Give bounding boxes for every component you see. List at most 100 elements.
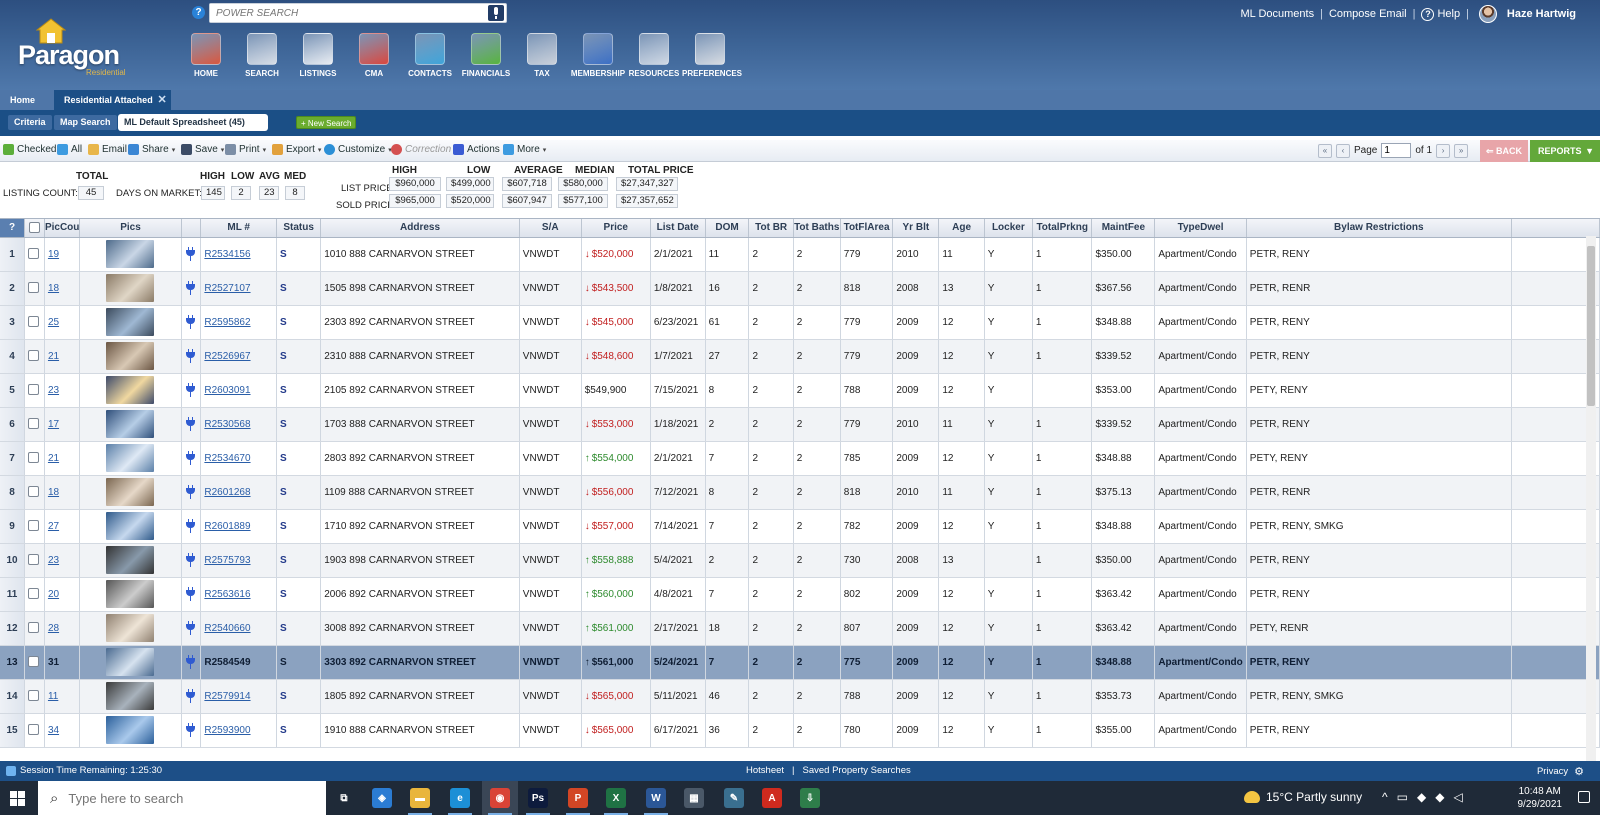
ml-number-link[interactable]: R2603091 (204, 385, 250, 396)
hotsheet-link[interactable]: Hotsheet (746, 765, 784, 776)
export-menu[interactable]: Export ▾ (272, 144, 321, 155)
paragon-logo[interactable]: Paragon Residential (18, 18, 128, 78)
pic-count-link[interactable]: 27 (48, 521, 59, 532)
pic-count-link[interactable]: 21 (48, 453, 59, 464)
nav-tax[interactable]: TAX (514, 33, 570, 78)
listing-photo[interactable] (106, 274, 155, 302)
row-checkbox[interactable] (28, 690, 40, 702)
ml-number-link[interactable]: R2540660 (204, 623, 250, 634)
ml-number-link[interactable]: R2534156 (204, 249, 250, 260)
pic-count-link[interactable]: 23 (48, 385, 59, 396)
nav-preferences[interactable]: PREFERENCES (682, 33, 742, 78)
column-header[interactable]: List Date (650, 219, 706, 238)
column-header[interactable]: MaintFee (1091, 219, 1156, 238)
plug-action-icon[interactable] (185, 654, 195, 667)
installer-taskbar-button[interactable]: ⇩ (792, 781, 828, 815)
nav-cma[interactable]: CMA (346, 33, 402, 78)
clock[interactable]: 10:48 AM 9/29/2021 (1518, 785, 1563, 811)
ml-number-link[interactable]: R2584549 (204, 657, 250, 668)
table-row[interactable]: 11 20 R2563616 S 2006 892 CARNARVON STREET VN… (0, 577, 1600, 612)
pic-count-link[interactable]: 21 (48, 351, 59, 362)
nav-search[interactable]: SEARCH (234, 33, 290, 78)
dropbox-icon[interactable]: ◆ (1417, 790, 1426, 804)
page-number-input[interactable] (1381, 143, 1412, 158)
reports-button[interactable]: REPORTS ▼ (1530, 140, 1600, 162)
ml-number-link[interactable]: R2593900 (204, 725, 250, 736)
table-row[interactable]: 9 27 R2601889 S 1710 892 CARNARVON STREET VNW… (0, 509, 1600, 544)
nav-listings[interactable]: LISTINGS (290, 33, 346, 78)
table-row[interactable]: 8 18 R2601268 S 1109 888 CARNARVON STREET VNW… (0, 475, 1600, 510)
table-row[interactable]: 15 34 R2593900 S 1910 888 CARNARVON STREET VN… (0, 713, 1600, 748)
weather-widget[interactable]: 15°C Partly sunny (1244, 790, 1362, 804)
pic-count-link[interactable]: 11 (48, 691, 58, 702)
row-checkbox[interactable] (28, 316, 40, 328)
table-row[interactable]: 13 31 R2584549 S 3303 892 CARNARVON STREET VN… (0, 645, 1600, 680)
listing-photo[interactable] (106, 614, 155, 642)
column-header[interactable]: TotalPrkng (1032, 219, 1093, 238)
pic-count-link[interactable]: 25 (48, 317, 59, 328)
more-menu[interactable]: More ▾ (503, 144, 546, 155)
ml-number-link[interactable]: R2601268 (204, 487, 250, 498)
plug-action-icon[interactable] (185, 484, 195, 497)
photoshop-taskbar-button[interactable]: Ps (520, 781, 556, 815)
column-header[interactable]: Status (276, 219, 322, 238)
listing-photo[interactable] (106, 478, 155, 506)
close-tab-icon[interactable]: ✕ (157, 90, 166, 110)
listing-photo[interactable] (106, 342, 155, 370)
plug-action-icon[interactable] (185, 314, 195, 327)
pic-count-link[interactable]: 28 (48, 623, 59, 634)
plug-action-icon[interactable] (185, 552, 195, 565)
tab-home[interactable]: Home (0, 90, 45, 110)
column-header[interactable]: PicCou (44, 219, 81, 238)
nav-contacts[interactable]: CONTACTS (402, 33, 458, 78)
settings-gear-icon[interactable]: ⚙ (1574, 765, 1584, 778)
plug-action-icon[interactable] (185, 518, 195, 531)
scrollbar-thumb[interactable] (1587, 246, 1595, 406)
column-header[interactable]: TypeDwel (1154, 219, 1247, 238)
task-view-taskbar-button[interactable]: ⧉ (326, 781, 362, 815)
ml-number-link[interactable]: R2527107 (204, 283, 250, 294)
ml-number-link[interactable]: R2530568 (204, 419, 250, 430)
row-checkbox[interactable] (28, 418, 40, 430)
acrobat-taskbar-button[interactable]: A (754, 781, 790, 815)
windows-start-icon[interactable] (10, 791, 25, 806)
row-checkbox[interactable] (28, 622, 40, 634)
back-button[interactable]: ⇐ BACK (1480, 140, 1528, 162)
row-checkbox[interactable] (28, 554, 40, 566)
table-row[interactable]: 4 21 R2526967 S 2310 888 CARNARVON STREET VNW… (0, 339, 1600, 374)
row-checkbox[interactable] (28, 486, 40, 498)
table-row[interactable]: 3 25 R2595862 S 2303 892 CARNARVON STREET VNW… (0, 305, 1600, 340)
pic-count-link[interactable]: 20 (48, 589, 59, 600)
subtab-spreadsheet[interactable]: ML Default Spreadsheet (45) (118, 114, 268, 131)
column-header[interactable]: Age (938, 219, 985, 238)
edge-taskbar-button[interactable]: e (442, 781, 478, 815)
plug-action-icon[interactable] (185, 688, 195, 701)
listing-photo[interactable] (106, 580, 155, 608)
ml-documents-link[interactable]: ML Documents (1241, 8, 1315, 20)
nav-membership[interactable]: MEMBERSHIP (570, 33, 626, 78)
table-row[interactable]: 10 23 R2575793 S 1903 898 CARNARVON STREET VN… (0, 543, 1600, 578)
network-icon[interactable]: ▭ (1397, 790, 1408, 804)
ml-number-link[interactable]: R2579914 (204, 691, 250, 702)
table-row[interactable]: 5 23 R2603091 S 2105 892 CARNARVON STREET VNW… (0, 373, 1600, 408)
privacy-link[interactable]: Privacy (1537, 766, 1568, 777)
listing-photo[interactable] (106, 648, 155, 676)
first-page-icon[interactable]: « (1318, 143, 1332, 158)
row-checkbox[interactable] (28, 350, 40, 362)
excel-taskbar-button[interactable]: X (598, 781, 634, 815)
all-button[interactable]: All (57, 144, 82, 155)
user-avatar[interactable] (1478, 5, 1497, 23)
listing-photo[interactable] (106, 716, 155, 744)
email-button[interactable]: Email (88, 144, 127, 155)
table-row[interactable]: 2 18 R2527107 S 1505 898 CARNARVON STREET VNW… (0, 271, 1600, 306)
save-menu[interactable]: Save ▾ (181, 144, 224, 155)
ml-number-link[interactable]: R2575793 (204, 555, 250, 566)
pic-count-link[interactable]: 18 (48, 283, 59, 294)
row-checkbox[interactable] (28, 452, 40, 464)
column-header[interactable]: Locker (984, 219, 1033, 238)
microphone-icon[interactable] (488, 5, 504, 21)
help-link[interactable]: ? Help (1421, 7, 1460, 21)
column-header[interactable]: ? (0, 219, 26, 238)
taskbar-search-input[interactable] (68, 790, 299, 806)
chrome-taskbar-button[interactable]: ◉ (482, 781, 518, 815)
